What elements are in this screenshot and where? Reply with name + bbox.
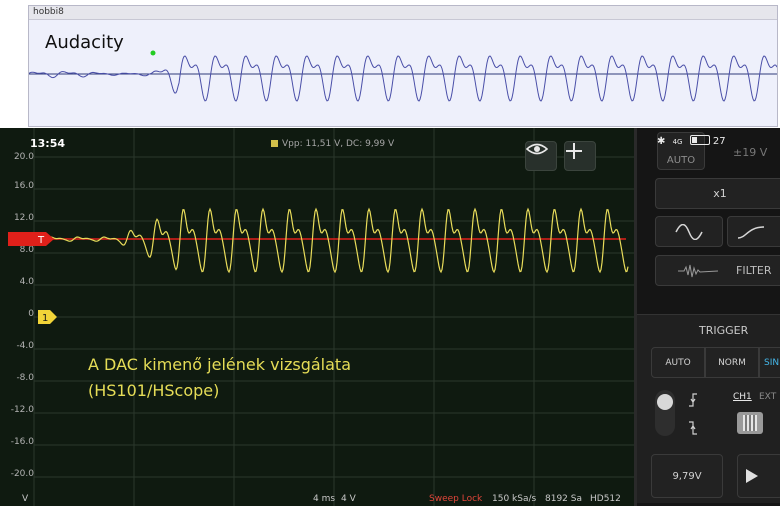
trigger-title: TRIGGER: [699, 324, 749, 337]
ac-coupling-button[interactable]: [655, 216, 723, 247]
audacity-window: hobbi8 Audacity: [28, 5, 778, 127]
trigger-marker-label: T: [37, 235, 45, 246]
source-ch1[interactable]: CH1: [733, 392, 752, 402]
y-tick-label: 12.0: [13, 213, 34, 223]
scope-plot-area[interactable]: 13:54 Vpp: 11,51 V, DC: 9,99 V 20.0 16.0…: [0, 128, 634, 506]
caption-overlay: A DAC kimenő jelének vizsgálata (HS101/H…: [88, 352, 351, 404]
sample-rate-value: 150 kSa/s: [492, 494, 537, 504]
scope-bottom-bar: V 4 ms 4 V Sweep Lock 150 kSa/s 8192 Sa …: [0, 494, 634, 506]
step-wave-icon: [737, 225, 765, 239]
battery-icon: [689, 135, 710, 145]
battery-percent: 27: [712, 136, 726, 147]
toggle-knob: [657, 394, 673, 410]
audacity-waveform: [29, 50, 777, 102]
multiplier-label: x1: [713, 187, 727, 200]
audacity-waveform-trace: [29, 55, 777, 102]
channel-marker-label: 1: [42, 313, 48, 324]
trigger-mode-label: SIN: [764, 357, 780, 368]
scope-grid-and-trace: [33, 128, 634, 506]
source-slider[interactable]: [737, 412, 763, 434]
play-icon: [746, 469, 758, 483]
trigger-mode-auto[interactable]: AUTO: [651, 347, 705, 378]
volts-div-value[interactable]: 4 V: [341, 494, 356, 504]
filter-button[interactable]: FILTER: [655, 255, 780, 286]
sweep-lock-label[interactable]: Sweep Lock: [429, 494, 482, 504]
timebase-value[interactable]: 4 ms: [313, 494, 335, 504]
plus-icon: [566, 143, 582, 159]
trigger-mode-label: NORM: [718, 357, 746, 368]
audacity-window-title: hobbi8: [33, 7, 64, 17]
caption-line-1: A DAC kimenő jelének vizsgálata: [88, 355, 351, 374]
oscilloscope-app: 13:54 Vpp: 11,51 V, DC: 9,99 V 20.0 16.0…: [0, 128, 780, 506]
trigger-edge-toggle[interactable]: [655, 390, 675, 436]
audacity-title-bar: hobbi8: [29, 6, 777, 20]
slider-grip: [743, 415, 757, 431]
dc-coupling-button[interactable]: [727, 216, 780, 247]
sine-wave-icon: [675, 223, 703, 240]
sample-count-value: 8192 Sa: [545, 494, 582, 504]
trigger-level-value: 9,79V: [672, 470, 702, 482]
y-tick-label: 8.0: [19, 245, 34, 255]
measurement-text: Vpp: 11,51 V, DC: 9,99 V: [282, 139, 395, 149]
y-tick-label: -20.0: [10, 469, 34, 479]
caption-line-2: (HS101/HScope): [88, 381, 220, 400]
control-panel: AUTO ✱ 4G 27 ±19 V x1 FILTER TRIGGER AUT…: [634, 128, 780, 506]
edge-direction-icons: [689, 393, 697, 435]
device-label: HD512: [590, 494, 621, 504]
add-button[interactable]: [564, 141, 596, 171]
status-time: 13:54: [30, 137, 66, 150]
y-tick-label: -8.0: [16, 373, 34, 383]
audacity-cursor-dot: [150, 50, 156, 56]
bluetooth-icon: ✱: [657, 136, 666, 147]
source-ext[interactable]: EXT: [759, 392, 776, 402]
run-stop-button[interactable]: [737, 454, 780, 498]
trigger-mode-single[interactable]: SIN: [759, 347, 780, 378]
auto-button-label: AUTO: [666, 155, 696, 166]
measurement-readout: Vpp: 11,51 V, DC: 9,99 V: [271, 139, 394, 149]
y-tick-label: -4.0: [16, 341, 34, 351]
signal-trace: [47, 207, 629, 274]
multiplier-button[interactable]: x1: [655, 178, 780, 209]
y-unit-label: V: [22, 494, 29, 504]
eye-icon: [526, 143, 548, 155]
waveform-filter-icon: [678, 264, 718, 277]
audacity-track[interactable]: Audacity: [29, 20, 777, 126]
y-tick-label: 4.0: [19, 277, 34, 287]
system-status-icons: ✱ 4G 27: [657, 135, 726, 147]
y-tick-label: 20.0: [13, 152, 34, 162]
voltage-range-display: ±19 V: [733, 146, 768, 159]
eye-button[interactable]: [525, 141, 557, 171]
ch1-color-square: [271, 140, 278, 147]
filter-label: FILTER: [736, 264, 772, 277]
y-tick-label: 16.0: [13, 181, 34, 191]
audacity-track-label: Audacity: [45, 32, 124, 53]
trigger-level-button[interactable]: 9,79V: [651, 454, 723, 498]
y-tick-label: -16.0: [10, 437, 34, 447]
signal-icon: 4G: [672, 138, 683, 146]
y-tick-label: 0: [28, 309, 34, 319]
trigger-mode-label: AUTO: [665, 357, 691, 368]
y-tick-label: -12.0: [10, 405, 34, 415]
audacity-screenshot: hobbi8 Audacity: [0, 0, 780, 128]
trigger-mode-norm[interactable]: NORM: [705, 347, 759, 378]
